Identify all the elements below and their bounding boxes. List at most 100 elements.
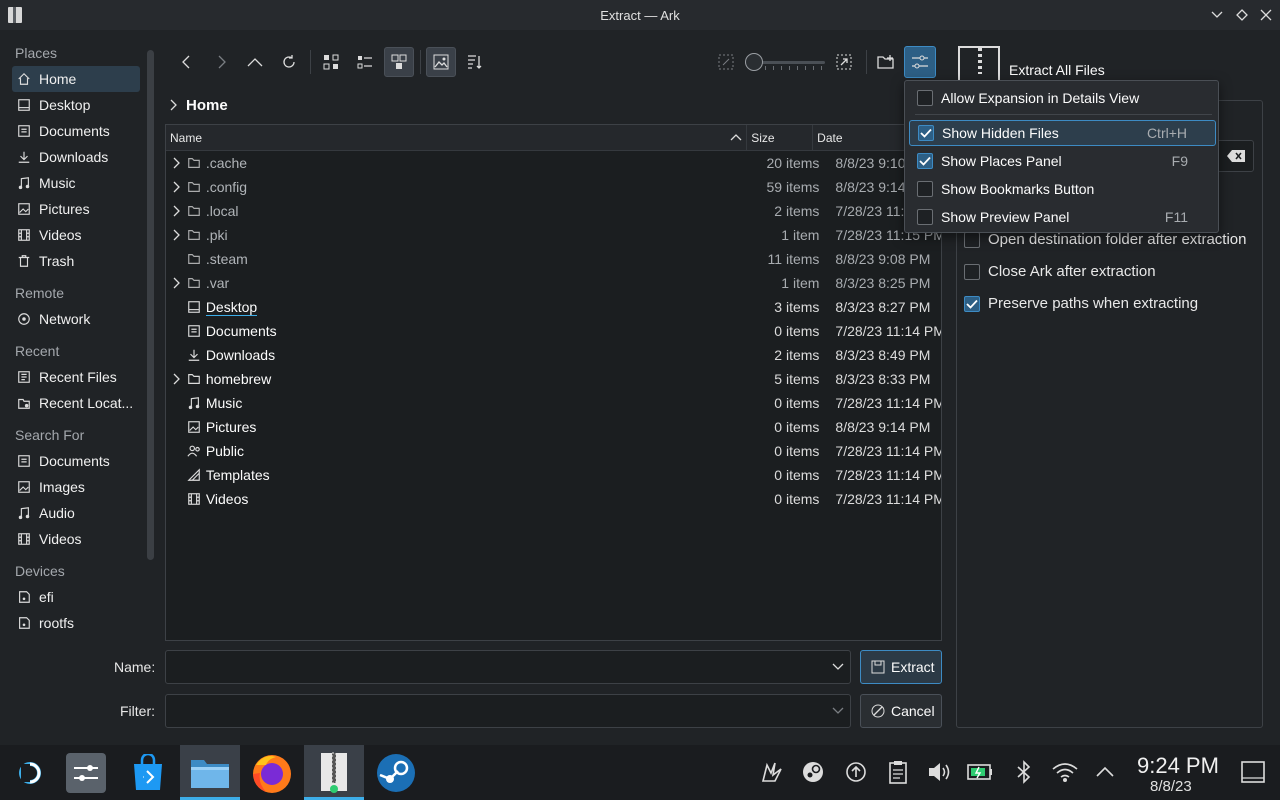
- column-size[interactable]: Size: [747, 125, 814, 150]
- up-button[interactable]: [240, 47, 270, 77]
- dolphin-icon[interactable]: [180, 745, 240, 800]
- file-row[interactable]: homebrew 5 items 8/3/23 8:33 PM: [166, 367, 941, 391]
- chevron-down-icon[interactable]: [832, 663, 844, 671]
- menu-item[interactable]: Show Preview Panel F11: [909, 204, 1216, 230]
- chevron-right-icon[interactable]: [172, 229, 181, 241]
- checkbox[interactable]: [964, 231, 980, 248]
- cancel-button[interactable]: Cancel: [860, 694, 942, 728]
- expander[interactable]: [166, 229, 187, 241]
- back-button[interactable]: [172, 47, 202, 77]
- places-item[interactable]: Network: [12, 306, 140, 332]
- forward-button[interactable]: [206, 47, 236, 77]
- firefox-icon[interactable]: [242, 745, 302, 800]
- option-preserve-paths[interactable]: Preserve paths when extracting: [964, 295, 1198, 312]
- menu-item[interactable]: Show Bookmarks Button: [909, 176, 1216, 202]
- places-item[interactable]: Documents: [12, 448, 140, 474]
- file-row[interactable]: Downloads 2 items 8/3/23 8:49 PM: [166, 343, 941, 367]
- file-row[interactable]: .local 2 items 7/28/23 11:14 PM: [166, 199, 941, 223]
- file-row[interactable]: .var 1 item 8/3/23 8:25 PM: [166, 271, 941, 295]
- options-menu-button[interactable]: [904, 46, 936, 78]
- places-item[interactable]: Desktop: [12, 92, 140, 118]
- volume-icon[interactable]: [926, 759, 952, 785]
- column-name[interactable]: Name: [166, 125, 748, 150]
- chevron-right-icon[interactable]: [172, 277, 181, 289]
- steam-icon[interactable]: [366, 745, 426, 800]
- expander[interactable]: [166, 373, 187, 385]
- places-item[interactable]: Recent Files: [12, 364, 140, 390]
- places-item[interactable]: Videos: [12, 222, 140, 248]
- chevron-down-icon[interactable]: [832, 707, 844, 715]
- checkbox-checked[interactable]: [918, 125, 934, 141]
- checkbox-checked[interactable]: [917, 153, 933, 169]
- sort-button[interactable]: [460, 47, 490, 77]
- file-row[interactable]: .steam 11 items 8/8/23 9:08 PM: [166, 247, 941, 271]
- checkbox[interactable]: [964, 263, 980, 280]
- menu-item[interactable]: Show Hidden Files Ctrl+H: [909, 120, 1216, 146]
- option-close-ark[interactable]: Close Ark after extraction: [964, 263, 1156, 280]
- file-list[interactable]: Name Size Date .cache 20 items 8/8/23 9:10…: [165, 124, 942, 641]
- maximize-icon[interactable]: [1233, 6, 1251, 24]
- plasma-vault-icon[interactable]: [759, 759, 785, 785]
- checkbox[interactable]: [917, 181, 933, 197]
- places-item[interactable]: Pictures: [12, 196, 140, 222]
- places-item[interactable]: Images: [12, 474, 140, 500]
- chevron-right-icon[interactable]: [172, 205, 181, 217]
- filter-field[interactable]: [165, 694, 851, 728]
- ark-icon[interactable]: [304, 745, 364, 800]
- bluetooth-icon[interactable]: [1011, 759, 1037, 785]
- minimize-icon[interactable]: [1208, 6, 1226, 24]
- places-scrollbar[interactable]: [147, 50, 154, 560]
- file-row[interactable]: Pictures 0 items 8/8/23 9:14 PM: [166, 415, 941, 439]
- places-item[interactable]: Home: [12, 66, 140, 92]
- icons-view-button[interactable]: [316, 47, 346, 77]
- steam-deck-icon[interactable]: [0, 745, 60, 800]
- file-row[interactable]: .pki 1 item 7/28/23 11:15 PM: [166, 223, 941, 247]
- zoom-out-icon[interactable]: [711, 47, 741, 77]
- places-item[interactable]: Videos: [12, 526, 140, 552]
- menu-item[interactable]: Show Places Panel F9: [909, 148, 1216, 174]
- system-settings-icon[interactable]: [56, 745, 116, 800]
- places-item[interactable]: Music: [12, 170, 140, 196]
- places-item[interactable]: Audio: [12, 500, 140, 526]
- places-item[interactable]: Recent Locat...: [12, 390, 140, 416]
- places-item[interactable]: rootfs: [12, 610, 140, 636]
- chevron-right-icon[interactable]: [172, 373, 181, 385]
- reload-button[interactable]: [274, 47, 304, 77]
- details-view-button[interactable]: [384, 47, 414, 77]
- file-row[interactable]: Documents 0 items 7/28/23 11:14 PM: [166, 319, 941, 343]
- file-row[interactable]: .cache 20 items 8/8/23 9:10 PM: [166, 151, 941, 175]
- extract-all-label[interactable]: Extract All Files: [1009, 62, 1105, 78]
- clock-date[interactable]: 8/8/23: [1150, 778, 1192, 795]
- file-row[interactable]: Music 0 items 7/28/23 11:14 PM: [166, 391, 941, 415]
- places-item[interactable]: Trash: [12, 248, 140, 274]
- discover-icon[interactable]: [118, 745, 178, 800]
- breadcrumb-home[interactable]: Home: [186, 97, 228, 114]
- compact-view-button[interactable]: [350, 47, 380, 77]
- places-item[interactable]: Downloads: [12, 144, 140, 170]
- places-item[interactable]: efi: [12, 584, 140, 610]
- expander[interactable]: [166, 157, 187, 169]
- chevron-up-icon[interactable]: [1092, 759, 1118, 785]
- show-desktop-icon[interactable]: [1240, 759, 1266, 785]
- checkbox[interactable]: [917, 209, 933, 225]
- option-open-destination[interactable]: Open destination folder after extraction: [964, 231, 1247, 248]
- steam-tray-icon[interactable]: [800, 759, 826, 785]
- chevron-right-icon[interactable]: [172, 181, 181, 193]
- file-row[interactable]: .config 59 items 8/8/23 9:14 PM: [166, 175, 941, 199]
- zoom-in-icon[interactable]: [829, 47, 859, 77]
- clipboard-icon[interactable]: [885, 759, 911, 785]
- updates-icon[interactable]: [843, 759, 869, 785]
- checkbox[interactable]: [917, 90, 933, 106]
- extract-button[interactable]: Extract: [860, 650, 942, 684]
- checkbox-checked[interactable]: [964, 295, 980, 312]
- close-icon[interactable]: [1257, 6, 1275, 24]
- breadcrumb[interactable]: Home: [168, 95, 228, 115]
- preview-toggle-button[interactable]: [426, 47, 456, 77]
- battery-icon[interactable]: [967, 759, 993, 785]
- zoom-slider[interactable]: [745, 53, 825, 71]
- places-item[interactable]: Documents: [12, 118, 140, 144]
- file-row[interactable]: Desktop 3 items 8/3/23 8:27 PM: [166, 295, 941, 319]
- clear-icon[interactable]: [1227, 150, 1245, 162]
- new-folder-button[interactable]: [871, 47, 901, 77]
- expander[interactable]: [166, 277, 187, 289]
